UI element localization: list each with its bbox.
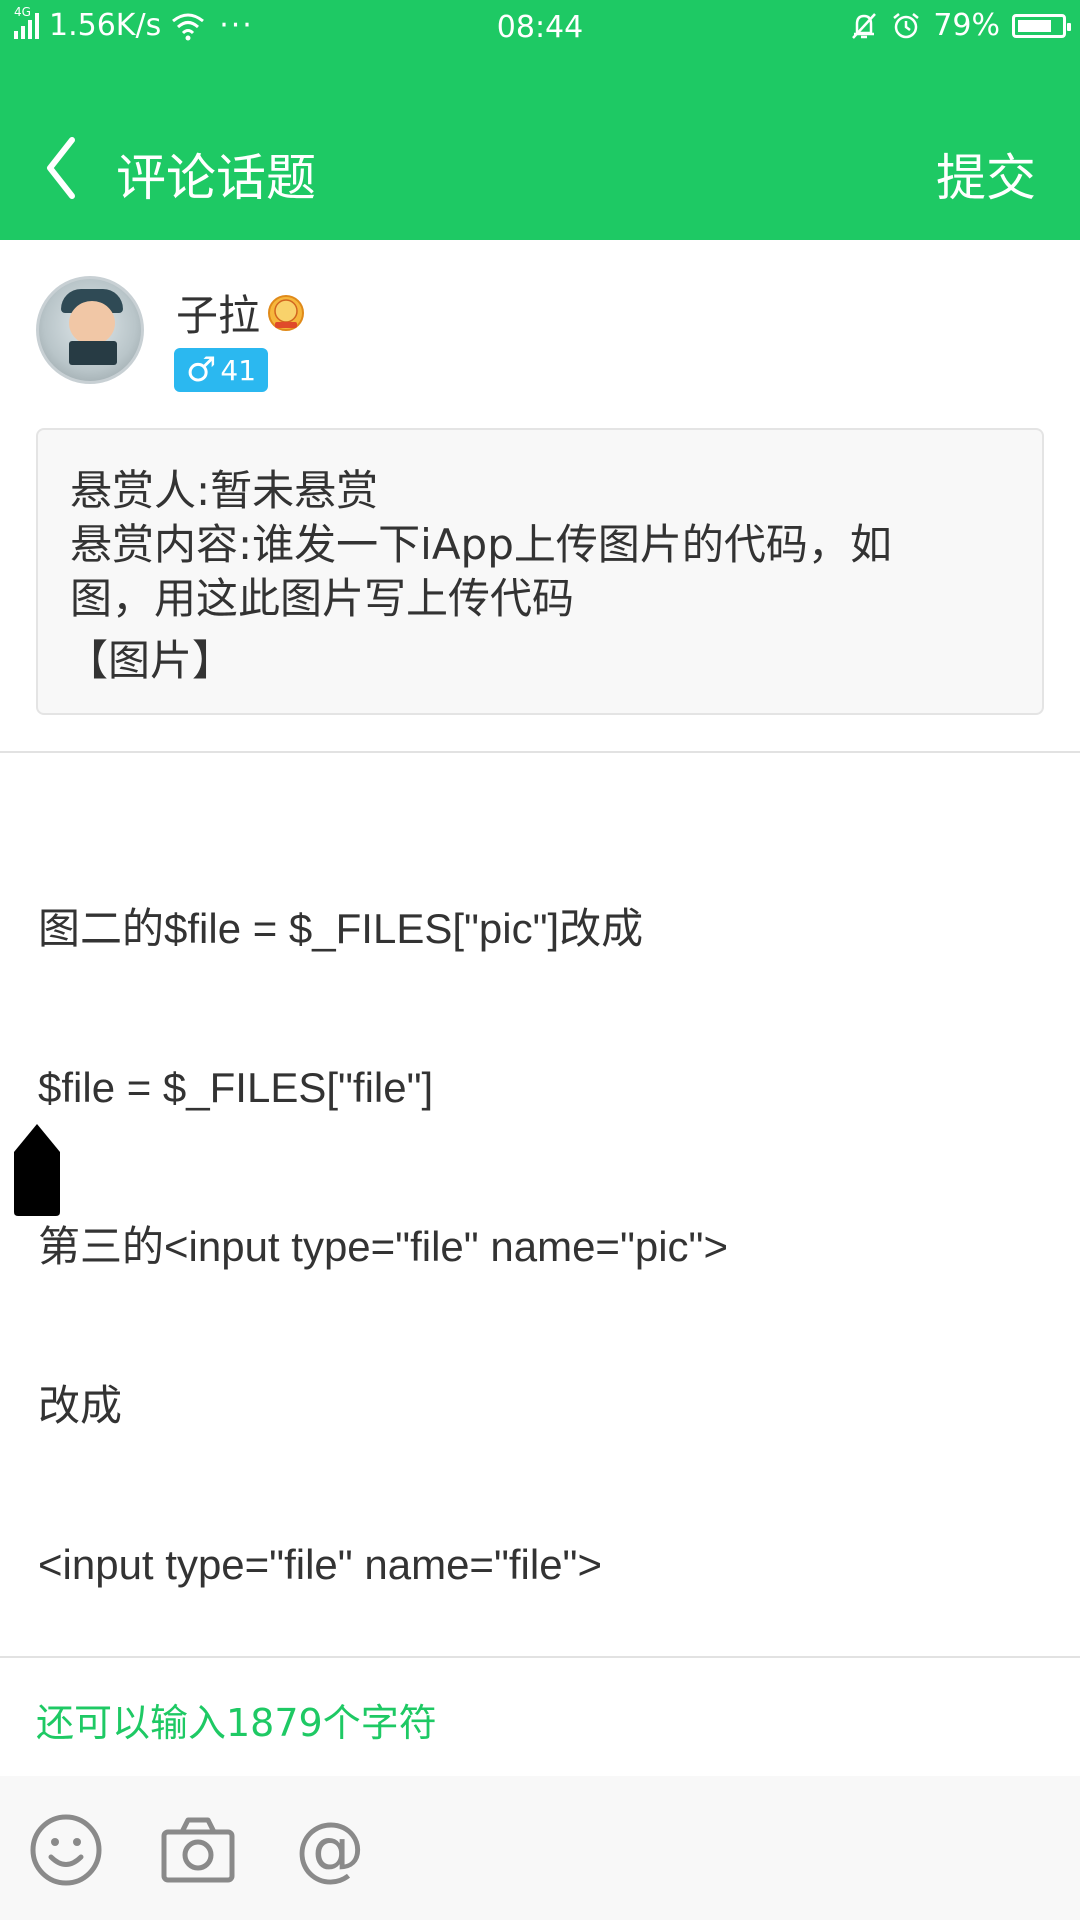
alarm-icon: [893, 12, 920, 38]
text-cursor-handle[interactable]: [10, 1120, 64, 1220]
avatar[interactable]: [36, 276, 144, 384]
status-right: 79%: [849, 8, 1071, 43]
author-name-row: 子拉: [176, 282, 306, 343]
reward-content: 悬赏内容:谁发一下iApp上传图片的代码，如: [70, 520, 892, 569]
back-chevron-icon[interactable]: [38, 130, 88, 206]
comment-line: 第三的<input type="file" name="pic">: [38, 1223, 728, 1270]
char-counter: 还可以输入1879个字符: [36, 1701, 437, 1745]
reward-owner: 悬赏人:暂未悬赏: [70, 466, 379, 515]
author-name[interactable]: 子拉: [176, 282, 260, 343]
medal-icon: [268, 294, 305, 331]
comment-line: 改成: [38, 1382, 123, 1429]
divider: [0, 751, 1080, 753]
divider: [0, 1656, 1080, 1658]
battery-icon: [1012, 13, 1071, 38]
svg-text:@: @: [295, 1810, 365, 1889]
status-bar: 4G 1.56K/s ··· 08:44 79%: [0, 0, 1080, 56]
nav-bar: 评论话题 提交: [0, 120, 1080, 220]
battery-percent: 79%: [933, 8, 1000, 43]
comment-input[interactable]: 图二的$file = $_FILES["pic"]改成 $file = $_FI…: [38, 796, 1048, 1644]
header: 4G 1.56K/s ··· 08:44 79% 评论话题 提交: [0, 0, 1080, 240]
male-icon: ♂: [185, 350, 217, 390]
battery-fill: [1018, 19, 1051, 32]
at-mention-icon[interactable]: @: [290, 1810, 370, 1890]
page-title: 评论话题: [116, 149, 316, 207]
silent-bell-icon: [852, 12, 877, 39]
emoji-icon[interactable]: [26, 1810, 106, 1890]
bottom-toolbar: @: [0, 1776, 1080, 1920]
image-link[interactable]: 【图片】: [66, 634, 1012, 688]
submit-button[interactable]: 提交: [936, 138, 1036, 210]
comment-line: $file = $_FILES["file"]: [38, 1064, 434, 1111]
user-level: 41: [220, 353, 257, 387]
reward-content-cont: 图，用这此图片写上传代码: [70, 574, 575, 623]
camera-icon[interactable]: [158, 1810, 238, 1890]
reward-card: 悬赏人:暂未悬赏 悬赏内容:谁发一下iApp上传图片的代码，如 图，用这此图片写…: [36, 428, 1044, 715]
gender-level-badge: ♂ 41: [174, 348, 268, 392]
comment-line: <input type="file" name="file">: [38, 1541, 602, 1588]
comment-line: 图二的$file = $_FILES["pic"]改成: [38, 905, 644, 952]
